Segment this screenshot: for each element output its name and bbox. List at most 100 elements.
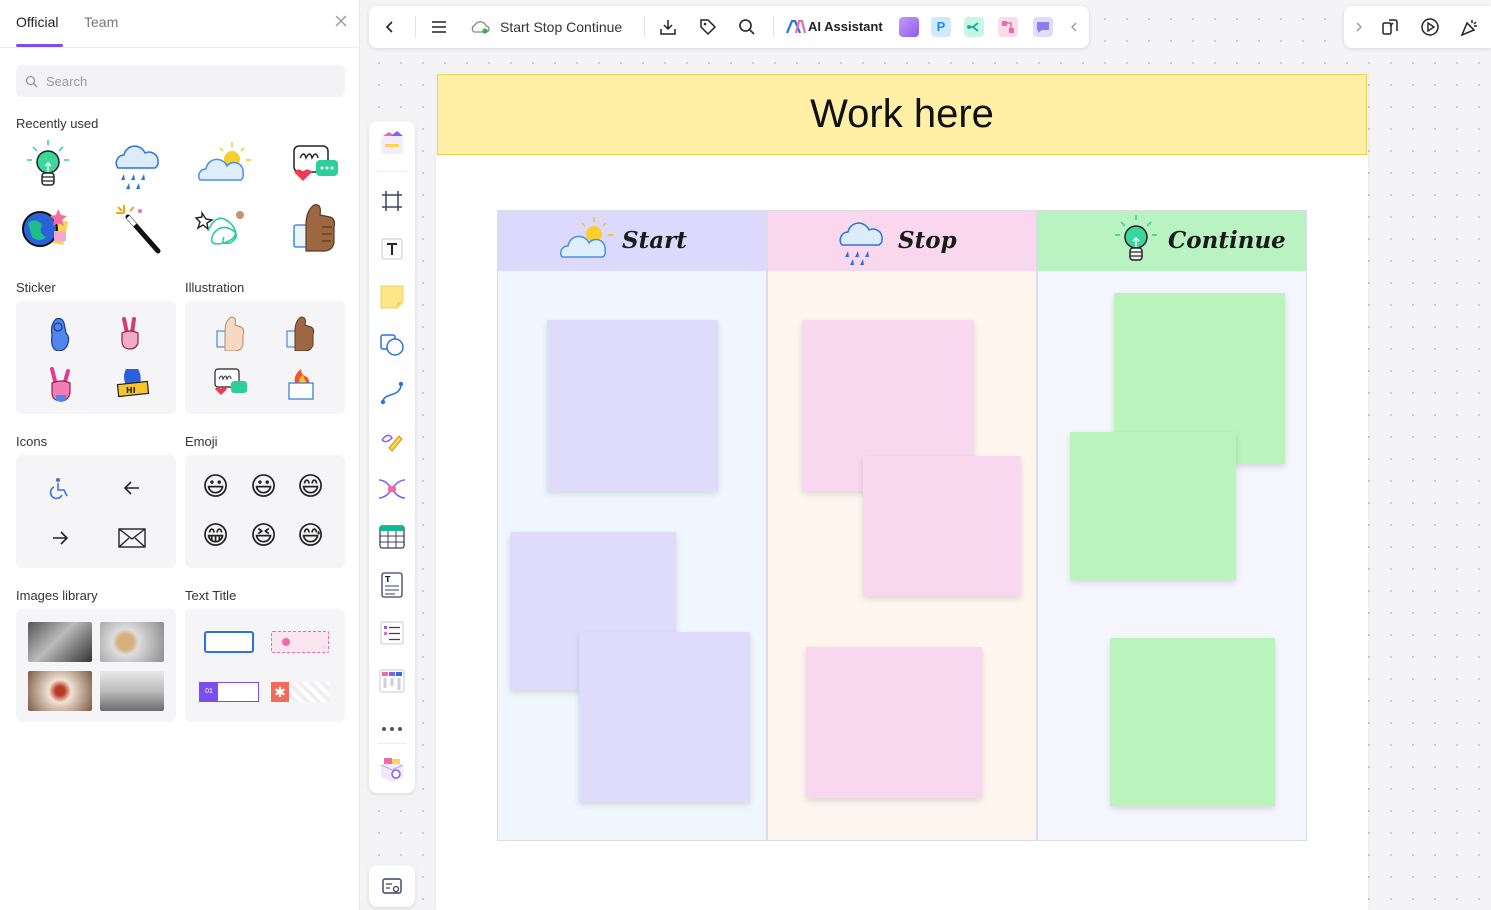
text-tool[interactable]	[378, 235, 406, 263]
sticky-note-continue[interactable]	[1110, 638, 1275, 806]
search-icon	[739, 19, 755, 35]
image-thumb-food[interactable]	[28, 671, 92, 711]
text-title-style-pink[interactable]	[271, 631, 329, 653]
sticky-note-start[interactable]	[579, 632, 750, 802]
chat-heart-illustration[interactable]	[211, 367, 251, 404]
section-title-text-title: Text Title	[185, 588, 237, 603]
scribble-sticker[interactable]	[194, 201, 254, 257]
sticky-note-continue[interactable]	[1070, 432, 1236, 580]
creation-toolbar: T	[369, 121, 415, 793]
column-header-start: Start	[498, 211, 766, 271]
sticky-note-stop[interactable]	[863, 456, 1021, 596]
icons-card[interactable]	[16, 455, 176, 568]
toolbar-divider	[378, 743, 406, 744]
search-input[interactable]	[46, 65, 336, 97]
board-banner[interactable]: Work here	[437, 74, 1367, 155]
document-tool[interactable]: T	[378, 571, 406, 599]
frame-tool[interactable]	[378, 187, 406, 215]
text-title-style-blue[interactable]	[204, 631, 254, 653]
thumbs-up-light-illustration[interactable]	[215, 315, 247, 356]
minimap-button[interactable]	[378, 872, 406, 900]
illustration-card[interactable]	[185, 301, 345, 414]
templates-button[interactable]	[378, 129, 406, 157]
emoji-grin[interactable]: 😄	[297, 471, 324, 501]
map-card-icon	[382, 878, 402, 894]
more-tools-button[interactable]	[378, 715, 406, 743]
emoji-card[interactable]: 😃 😃 😄 😁 😆 😅	[185, 455, 345, 568]
tab-team[interactable]: Team	[84, 14, 118, 30]
present-button[interactable]	[1417, 14, 1443, 40]
image-thumb-portrait[interactable]	[28, 622, 92, 662]
flow-app-button[interactable]	[995, 14, 1021, 40]
party-popper-icon	[1460, 20, 1477, 37]
rain-cloud-sticker[interactable]	[106, 138, 166, 194]
column-header-continue: Continue	[1038, 211, 1306, 271]
sun-cloud-sticker[interactable]	[194, 138, 254, 194]
share-button[interactable]	[1377, 14, 1403, 40]
arrow-left-icon[interactable]	[121, 477, 143, 504]
close-icon[interactable]	[333, 14, 349, 30]
emoji-smiley-big-eyes[interactable]: 😃	[250, 471, 277, 501]
search-box	[16, 65, 345, 97]
ai-assistant-icon[interactable]	[786, 20, 806, 34]
shape-tool[interactable]	[378, 331, 406, 359]
emoji-beaming[interactable]: 😁	[202, 520, 229, 550]
expand-button[interactable]	[1346, 14, 1372, 40]
fire-box-illustration[interactable]	[285, 367, 317, 406]
connector-tool[interactable]	[378, 379, 406, 407]
ai-assistant-button[interactable]: AI Assistant	[808, 19, 883, 34]
magic-wand-sticker[interactable]	[106, 201, 166, 257]
mindmap-app-button[interactable]	[961, 14, 987, 40]
collapse-apps-button[interactable]	[1061, 14, 1087, 40]
kanban-tool[interactable]	[378, 667, 406, 695]
celebrate-button[interactable]	[1457, 14, 1483, 40]
emoji-sweat-smile[interactable]: 😅	[297, 520, 324, 550]
globe-sticker[interactable]	[18, 201, 78, 257]
emoji-squinting[interactable]: 😆	[250, 520, 277, 550]
image-ai-app-button[interactable]	[896, 14, 922, 40]
image-thumb-coffee[interactable]	[100, 622, 164, 662]
chat-app-icon	[1033, 17, 1053, 37]
emoji-smiley[interactable]: 😃	[202, 471, 229, 501]
rock-hand-sticker[interactable]	[46, 365, 76, 408]
p-app-button[interactable]: P	[928, 14, 954, 40]
envelope-icon[interactable]	[118, 528, 146, 553]
lightbulb-sticker[interactable]	[18, 138, 78, 194]
sun-cloud-icon	[560, 217, 613, 258]
pen-icon	[381, 434, 403, 452]
tag-button[interactable]	[695, 14, 721, 40]
ok-hand-sticker[interactable]	[46, 315, 74, 356]
pen-tool[interactable]	[378, 427, 406, 455]
sticker-card[interactable]: HI	[16, 301, 176, 414]
text-title-style-asterisk[interactable]: ✱	[271, 682, 329, 702]
back-button[interactable]	[377, 14, 403, 40]
tab-official[interactable]: Official	[16, 14, 59, 30]
frame-icon	[382, 191, 402, 211]
list-tool[interactable]	[378, 619, 406, 647]
download-button[interactable]	[655, 14, 681, 40]
accessibility-icon[interactable]	[49, 477, 71, 504]
document-title[interactable]: Start Stop Continue	[500, 19, 622, 35]
table-tool[interactable]	[378, 523, 406, 551]
peace-sign-sticker[interactable]	[116, 315, 144, 356]
section-title-recently-used: Recently used	[16, 116, 99, 131]
sticky-note-start[interactable]	[547, 320, 718, 491]
chat-app-button[interactable]	[1030, 14, 1056, 40]
apps-box-icon	[380, 758, 404, 782]
apps-button[interactable]	[378, 755, 406, 783]
text-title-card[interactable]: 01 ✱	[185, 609, 345, 722]
thumbs-up-sticker[interactable]	[286, 201, 346, 257]
text-title-style-numbered[interactable]: 01	[199, 682, 259, 702]
sticky-note-stop[interactable]	[806, 647, 982, 798]
search-button[interactable]	[734, 14, 760, 40]
kanban-icon	[379, 669, 405, 693]
arrow-right-icon[interactable]	[49, 527, 71, 554]
mindmap-tool[interactable]	[378, 475, 406, 503]
hi-hand-sticker[interactable]: HI	[114, 367, 152, 406]
images-library-card[interactable]	[16, 609, 176, 722]
menu-button[interactable]	[426, 14, 452, 40]
chat-heart-sticker[interactable]	[286, 138, 346, 194]
sticky-note-tool[interactable]	[378, 283, 406, 311]
image-thumb-street[interactable]	[100, 671, 164, 711]
thumbs-up-dark-illustration[interactable]	[285, 315, 317, 356]
